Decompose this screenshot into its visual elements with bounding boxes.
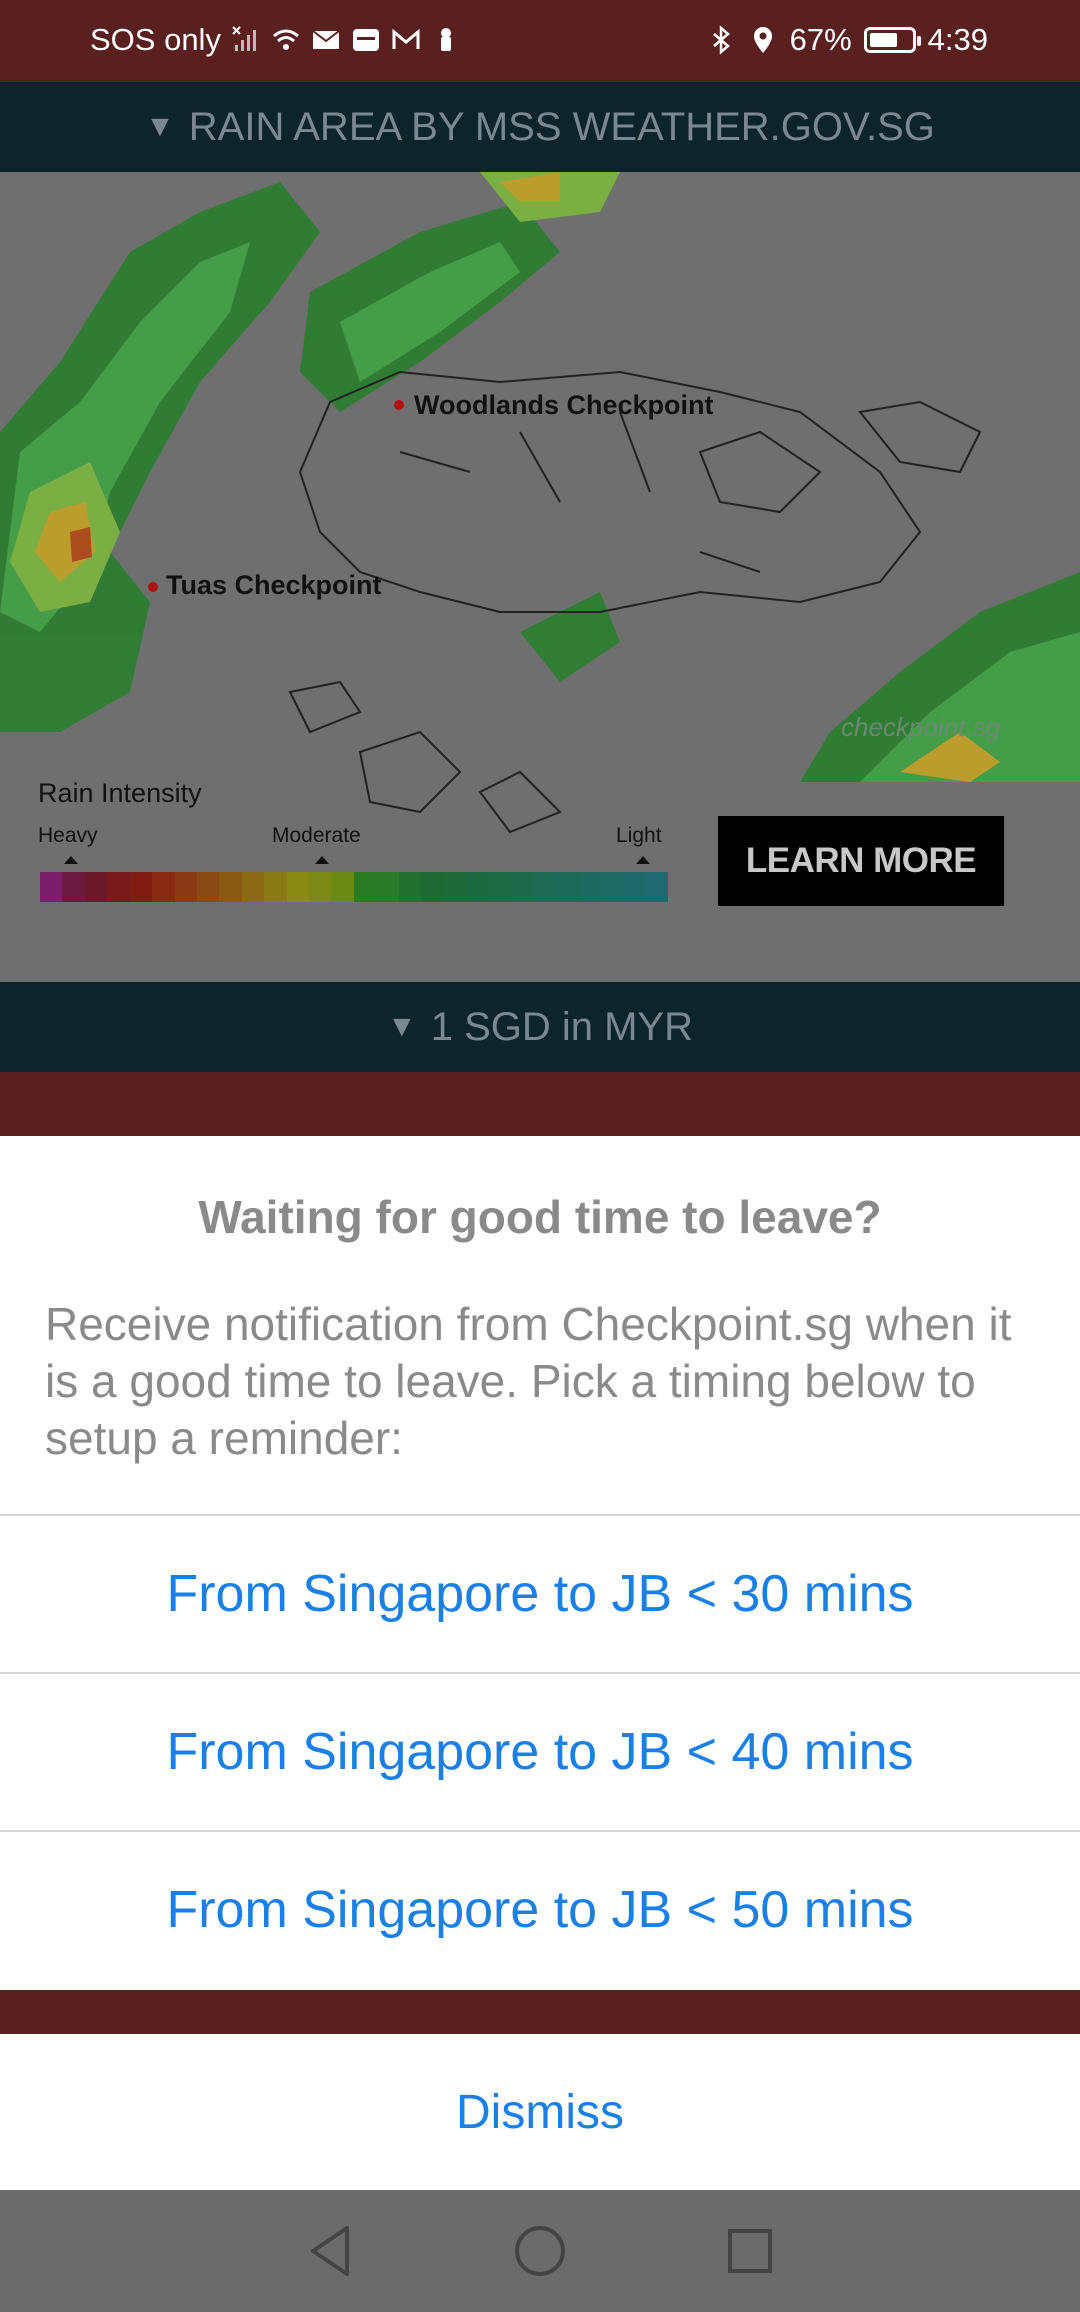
notification-icon [440, 28, 451, 51]
legend-cell [286, 872, 310, 902]
sheet-title: Waiting for good time to leave? [198, 1191, 882, 1243]
legend-cell [152, 872, 175, 902]
bluetooth-icon [712, 25, 730, 55]
recents-icon [728, 2229, 772, 2273]
triangle-down-icon: ▼ [145, 110, 175, 143]
home-icon [515, 2226, 565, 2276]
triangle-down-icon: ▼ [387, 1010, 417, 1043]
app-icon [352, 29, 379, 51]
rain-map: Woodlands Checkpoint Tuas Checkpoint che… [0, 172, 1080, 982]
legend-cell [622, 872, 646, 902]
mail-icon [312, 30, 340, 49]
option-30-mins-button[interactable]: From Singapore to JB < 30 mins [0, 1516, 1080, 1672]
legend-cell [555, 872, 579, 902]
wifi-icon [272, 29, 299, 50]
recents-button[interactable] [720, 2221, 780, 2281]
legend-moderate: Moderate [272, 824, 361, 847]
legend-light-caret-icon [636, 856, 650, 864]
battery-percent: 67% [789, 22, 852, 57]
battery-icon [863, 27, 921, 53]
option-40-mins-button[interactable]: From Singapore to JB < 40 mins [0, 1674, 1080, 1830]
legend-cell [219, 872, 242, 902]
legend-cell [309, 872, 332, 902]
legend-cell [466, 872, 489, 902]
legend-light: Light [616, 824, 662, 847]
legend-heavy-caret-icon [64, 856, 78, 864]
back-icon [311, 2226, 349, 2276]
legend-cell [196, 872, 220, 902]
legend-cell [600, 872, 623, 902]
legend-moderate-caret-icon [315, 856, 329, 864]
gmail-icon [392, 28, 420, 49]
system-nav-bar [0, 2190, 1080, 2312]
dismiss-button[interactable]: Dismiss [0, 2034, 1080, 2190]
legend-cell [645, 872, 668, 902]
option-50-mins-button[interactable]: From Singapore to JB < 50 mins [0, 1832, 1080, 1988]
legend-cell [421, 872, 444, 902]
watermark: checkpoint.sg [841, 712, 1000, 742]
tuas-label: Tuas Checkpoint [166, 570, 382, 600]
legend-cell [398, 872, 422, 902]
legend-cell [510, 872, 534, 902]
legend-cell [353, 872, 377, 902]
legend-cell [129, 872, 153, 902]
woodlands-marker-icon [394, 400, 404, 410]
legend-heavy: Heavy [38, 824, 98, 847]
tuas-marker-icon [148, 582, 158, 592]
legend-cell [84, 872, 108, 902]
legend-cell [241, 872, 265, 902]
legend-cell [62, 872, 85, 902]
legend-cell [264, 872, 287, 902]
signal-icon [232, 26, 256, 51]
rain-area-title: RAIN AREA BY MSS WEATHER.GOV.SG [188, 104, 935, 149]
legend-cell [488, 872, 511, 902]
legend-cell [40, 872, 63, 902]
woodlands-label: Woodlands Checkpoint [414, 390, 714, 420]
clock: 4:39 [927, 22, 988, 57]
legend-cell [331, 872, 354, 902]
sheet-message: Receive notification from Checkpoint.sg … [45, 1298, 1012, 1464]
back-button[interactable] [300, 2221, 360, 2281]
legend-cell [376, 872, 399, 902]
location-icon [753, 27, 772, 53]
legend-color-bar [40, 872, 668, 902]
reminder-action-sheet: Waiting for good time to leave? Receive … [0, 1136, 1080, 1990]
currency-header[interactable]: ▼ 1 SGD in MYR [0, 982, 1080, 1072]
legend-cell [578, 872, 601, 902]
legend-title: Rain Intensity [38, 778, 202, 808]
legend-cell [533, 872, 556, 902]
currency-title: 1 SGD in MYR [430, 1004, 693, 1049]
home-button[interactable] [510, 2221, 570, 2281]
learn-more-button[interactable]: LEARN MORE [718, 816, 1004, 906]
legend-cell [174, 872, 197, 902]
status-bar: SOS only 67% 4:39 [0, 0, 1080, 82]
legend-cell [107, 872, 130, 902]
rain-area-header[interactable]: ▼ RAIN AREA BY MSS WEATHER.GOV.SG [0, 82, 1080, 172]
carrier-label: SOS only [90, 22, 221, 57]
legend-cell [443, 872, 467, 902]
